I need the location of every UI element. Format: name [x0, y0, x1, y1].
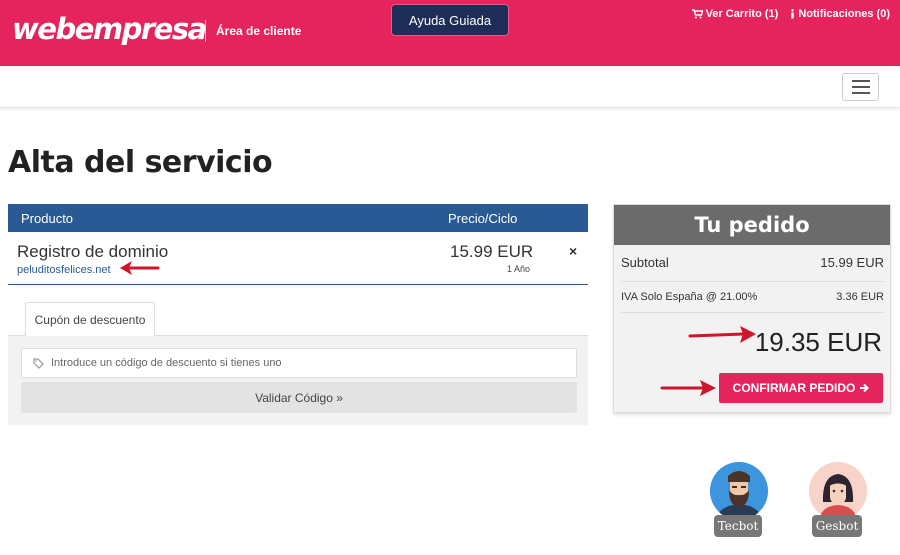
product-domain: peluditosfelices.net	[17, 264, 111, 276]
area-cliente-label: Área de cliente	[216, 24, 302, 38]
cart-link-label: Ver Carrito (1)	[705, 8, 779, 20]
table-header: Producto Precio/Ciclo	[8, 204, 588, 232]
menu-icon-bar	[851, 86, 870, 88]
product-price: 15.99 EUR	[450, 242, 534, 261]
gesbot-label[interactable]: Gesbot	[812, 515, 862, 537]
info-icon	[791, 9, 795, 19]
tecbot-avatar[interactable]	[710, 462, 768, 520]
cart-link[interactable]: Ver Carrito (1)	[691, 8, 779, 20]
arrow-right-icon	[860, 383, 870, 393]
annotation-arrow-icon	[120, 261, 160, 275]
top-links: Ver Carrito (1) Notificaciones (0)	[691, 8, 890, 20]
annotation-arrow-icon	[688, 326, 756, 343]
subtotal-value: 15.99 EUR	[820, 255, 884, 270]
tag-icon	[33, 357, 44, 369]
bearded-man-icon	[710, 462, 768, 520]
column-header-price: Precio/Ciclo	[448, 210, 518, 226]
tax-row: IVA Solo España @ 21.00% 3.36 EUR	[621, 291, 884, 303]
order-summary-title: Tu pedido	[614, 205, 890, 245]
coupon-input-placeholder: Introduce un código de descuento si tien…	[51, 357, 282, 369]
woman-avatar-icon	[809, 462, 867, 520]
coupon-panel: Introduce un código de descuento si tien…	[8, 335, 588, 425]
table-row: Registro de dominio peluditosfelices.net…	[8, 232, 588, 285]
nav-strip	[0, 66, 900, 108]
tax-value: 3.36 EUR	[836, 291, 884, 303]
menu-toggle-button[interactable]	[842, 73, 879, 101]
gesbot-avatar[interactable]	[809, 462, 867, 520]
products-table: Producto Precio/Ciclo Registro de domini…	[8, 204, 588, 285]
order-divider	[621, 312, 884, 313]
menu-icon-bar	[851, 80, 870, 82]
validar-codigo-button[interactable]: Validar Código »	[21, 382, 577, 413]
notifications-link[interactable]: Notificaciones (0)	[790, 8, 890, 20]
page-title: Alta del servicio	[8, 145, 273, 180]
top-header: webempresa Área de cliente Ayuda Guiada …	[0, 0, 900, 66]
subtotal-label: Subtotal	[621, 255, 669, 270]
confirmar-pedido-button[interactable]: CONFIRMAR PEDIDO	[719, 373, 883, 403]
tab-cupon-descuento[interactable]: Cupón de descuento	[25, 302, 155, 336]
order-divider	[621, 281, 884, 282]
confirm-button-label: CONFIRMAR PEDIDO	[732, 381, 856, 395]
remove-item-button[interactable]: ×	[569, 243, 577, 259]
product-cycle: 1 Año	[507, 264, 531, 274]
annotation-arrow-icon	[660, 380, 716, 396]
notifications-link-label: Notificaciones (0)	[798, 8, 890, 20]
webempresa-logo[interactable]: webempresa	[12, 12, 207, 46]
logo-divider	[205, 20, 206, 42]
order-summary: Tu pedido Subtotal 15.99 EUR IVA Solo Es…	[613, 204, 891, 413]
subtotal-row: Subtotal 15.99 EUR	[621, 255, 884, 270]
menu-icon-bar	[851, 92, 870, 94]
cart-icon	[691, 9, 703, 19]
column-header-product: Producto	[21, 210, 74, 226]
tax-label: IVA Solo España @ 21.00%	[621, 291, 758, 303]
tecbot-label[interactable]: Tecbot	[714, 515, 762, 537]
coupon-code-input[interactable]: Introduce un código de descuento si tien…	[21, 348, 577, 378]
order-total: 19.35 EUR	[754, 327, 882, 357]
coupon-section: Cupón de descuento Introduce un código d…	[8, 300, 588, 425]
ayuda-guiada-button[interactable]: Ayuda Guiada	[392, 5, 508, 35]
